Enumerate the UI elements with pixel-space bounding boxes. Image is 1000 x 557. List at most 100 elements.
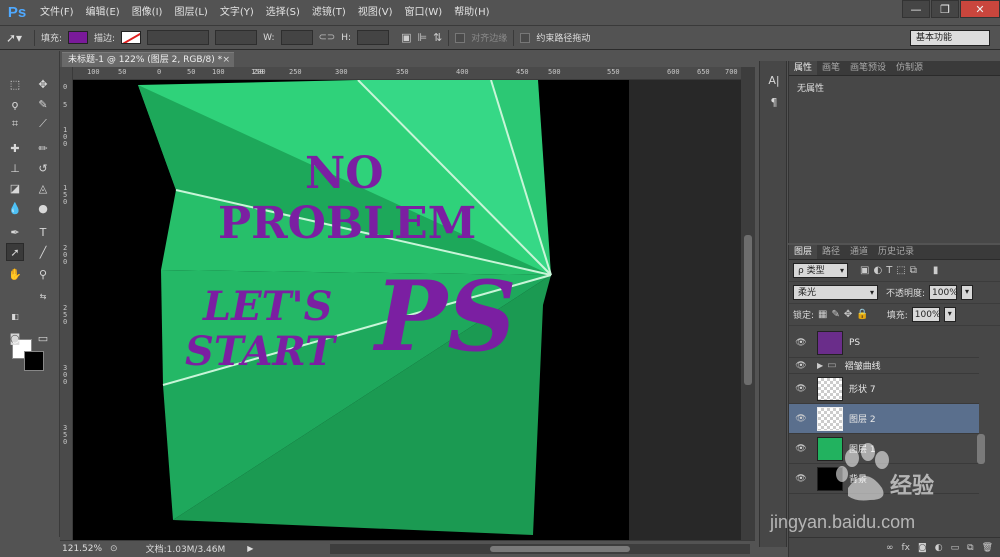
stroke-type-dropdown[interactable] [215, 30, 258, 45]
layer-row-shape7[interactable]: 👁 形状 7 [789, 374, 979, 404]
horizontal-scrollbar[interactable] [330, 544, 750, 554]
tab-history[interactable]: 历史记录 [873, 245, 919, 259]
tab-layers[interactable]: 图层 [789, 245, 818, 259]
height-input[interactable] [357, 30, 390, 45]
layer-filter-dropdown[interactable]: ρ 类型 [793, 263, 848, 278]
path-selection-icon[interactable]: ➚ [6, 243, 24, 261]
paint-bucket-icon[interactable]: ◬ [34, 179, 52, 197]
menu-window[interactable]: 窗口(W) [398, 0, 448, 26]
character-panel-icon[interactable]: A| [765, 71, 783, 89]
menu-edit[interactable]: 编辑(E) [80, 0, 126, 26]
filter-pixel-icon[interactable]: ▣ [860, 265, 869, 276]
stroke-color-swatch[interactable] [121, 31, 142, 44]
menu-help[interactable]: 帮助(H) [448, 0, 495, 26]
status-arrow-icon[interactable]: ▶ [247, 544, 253, 553]
layer-row-layer2[interactable]: 👁 图层 2 [789, 404, 979, 434]
tab-paths[interactable]: 路径 [817, 245, 845, 259]
blend-mode-dropdown[interactable]: 柔光 [793, 285, 878, 300]
menu-file[interactable]: 文件(F) [34, 0, 80, 26]
filter-shape-icon[interactable]: ⬚ [896, 265, 905, 276]
pen-tool-icon[interactable]: ✒ [6, 223, 24, 241]
menu-type[interactable]: 文字(Y) [214, 0, 260, 26]
vertical-scroll-thumb[interactable] [744, 235, 752, 385]
move-tool-icon[interactable]: ✥ [34, 75, 52, 93]
path-operations-icon[interactable]: ▣ [401, 31, 411, 44]
status-menu-icon[interactable]: ⊙ [110, 544, 118, 554]
width-input[interactable] [280, 30, 313, 45]
eye-icon[interactable]: 👁 [789, 338, 813, 348]
layer-name: 褶皱曲线 [844, 362, 881, 372]
tab-brush-presets[interactable]: 画笔预设 [845, 61, 891, 75]
default-colors-icon[interactable]: ◧ [6, 307, 24, 325]
hand-tool-icon[interactable]: ✋ [6, 265, 24, 283]
tab-brush[interactable]: 画笔 [817, 61, 845, 75]
blur-tool-icon[interactable]: 💧 [6, 199, 24, 217]
line-tool-icon[interactable]: ╱ [34, 243, 52, 261]
tab-channels[interactable]: 通道 [845, 245, 873, 259]
divider [448, 29, 450, 46]
screen-mode-icon[interactable]: ▭ [34, 329, 52, 347]
fill-color-swatch[interactable] [68, 31, 89, 44]
brush-tool-icon[interactable]: ✏ [34, 139, 52, 157]
path-selection-tool-icon[interactable]: ➚▾ [6, 31, 28, 45]
marquee-tool-icon[interactable]: ⬚ [6, 75, 24, 93]
menu-image[interactable]: 图像(I) [126, 0, 169, 26]
eraser-tool-icon[interactable]: ◪ [6, 179, 24, 197]
close-tab-icon[interactable]: × [222, 53, 230, 68]
layer-row-group[interactable]: 👁 ▶ ▭ 褶皱曲线 [789, 358, 979, 374]
type-tool-icon[interactable]: T [34, 223, 52, 241]
healing-brush-icon[interactable]: ✚ [6, 139, 24, 157]
filter-smart-icon[interactable]: ⧉ [910, 265, 917, 276]
horizontal-scroll-thumb[interactable] [490, 546, 630, 552]
background-color-swatch[interactable] [24, 351, 44, 371]
menu-filter[interactable]: 滤镜(T) [306, 0, 352, 26]
tab-properties[interactable]: 属性 [789, 61, 818, 75]
fill-dropdown-icon[interactable]: ▾ [943, 307, 956, 322]
fill-input[interactable]: 100% [911, 307, 941, 322]
menu-layer[interactable]: 图层(L) [168, 0, 213, 26]
close-button[interactable]: ✕ [960, 0, 1000, 18]
minimize-button[interactable]: — [902, 0, 930, 18]
opacity-dropdown-icon[interactable]: ▾ [961, 285, 974, 300]
group-expand-icon[interactable]: ▶ [817, 361, 823, 370]
artboard[interactable]: NO PROBLEM LET'S START PS [73, 80, 629, 540]
constrain-path-checkbox[interactable] [520, 32, 531, 43]
lasso-tool-icon[interactable]: ϙ [6, 95, 24, 113]
history-brush-icon[interactable]: ↺ [34, 159, 52, 177]
lock-position-icon[interactable]: ✥ [844, 309, 852, 320]
paragraph-panel-icon[interactable]: ¶ [765, 93, 783, 111]
filter-type-icon[interactable]: T [886, 265, 892, 276]
lock-transparent-icon[interactable]: ▦ [818, 309, 827, 320]
zoom-tool-icon[interactable]: ⚲ [34, 265, 52, 283]
quick-mask-icon[interactable]: ◙ [6, 329, 24, 347]
swap-colors-icon[interactable]: ⇆ [34, 287, 52, 305]
eye-icon[interactable]: 👁 [789, 384, 813, 394]
eye-icon[interactable]: 👁 [789, 361, 813, 371]
path-arrangement-icon[interactable]: ⇅ [433, 31, 442, 44]
eye-icon[interactable]: 👁 [789, 414, 813, 424]
maximize-button[interactable]: ❐ [931, 0, 959, 18]
stroke-width-input[interactable] [147, 30, 210, 45]
menu-select[interactable]: 选择(S) [260, 0, 306, 26]
workspace-switcher[interactable]: 基本功能 [910, 30, 990, 46]
layer-row-ps[interactable]: 👁 PS [789, 328, 979, 358]
layer-filter-row: ρ 类型 ▣ ◐ T ⬚ ⧉ ▮ [789, 260, 1000, 282]
lock-all-icon[interactable]: 🔒 [856, 309, 868, 320]
canvas-area[interactable]: NO PROBLEM LET'S START PS [73, 80, 741, 540]
link-icon[interactable]: ⊂⊃ [319, 32, 336, 43]
eyedropper-tool-icon[interactable]: ⟋ [34, 115, 52, 133]
zoom-level[interactable]: 121.52% [62, 544, 102, 554]
opacity-input[interactable]: 100% [929, 285, 958, 300]
align-edges-checkbox[interactable] [455, 32, 466, 43]
filter-toggle-icon[interactable]: ▮ [933, 265, 939, 276]
quick-select-tool-icon[interactable]: ✎ [34, 95, 52, 113]
clone-stamp-icon[interactable]: ⊥ [6, 159, 24, 177]
menu-view[interactable]: 视图(V) [352, 0, 399, 26]
path-alignment-icon[interactable]: ⊫ [417, 31, 427, 44]
lock-pixels-icon[interactable]: ✎ [832, 309, 840, 320]
tab-clone-source[interactable]: 仿制源 [891, 61, 928, 75]
dodge-tool-icon[interactable]: ● [34, 199, 52, 217]
filter-adjust-icon[interactable]: ◐ [873, 265, 882, 276]
crop-tool-icon[interactable]: ⌗ [6, 115, 24, 133]
document-tab[interactable]: 未标题-1 @ 122% (图层 2, RGB/8) * × [62, 52, 234, 67]
